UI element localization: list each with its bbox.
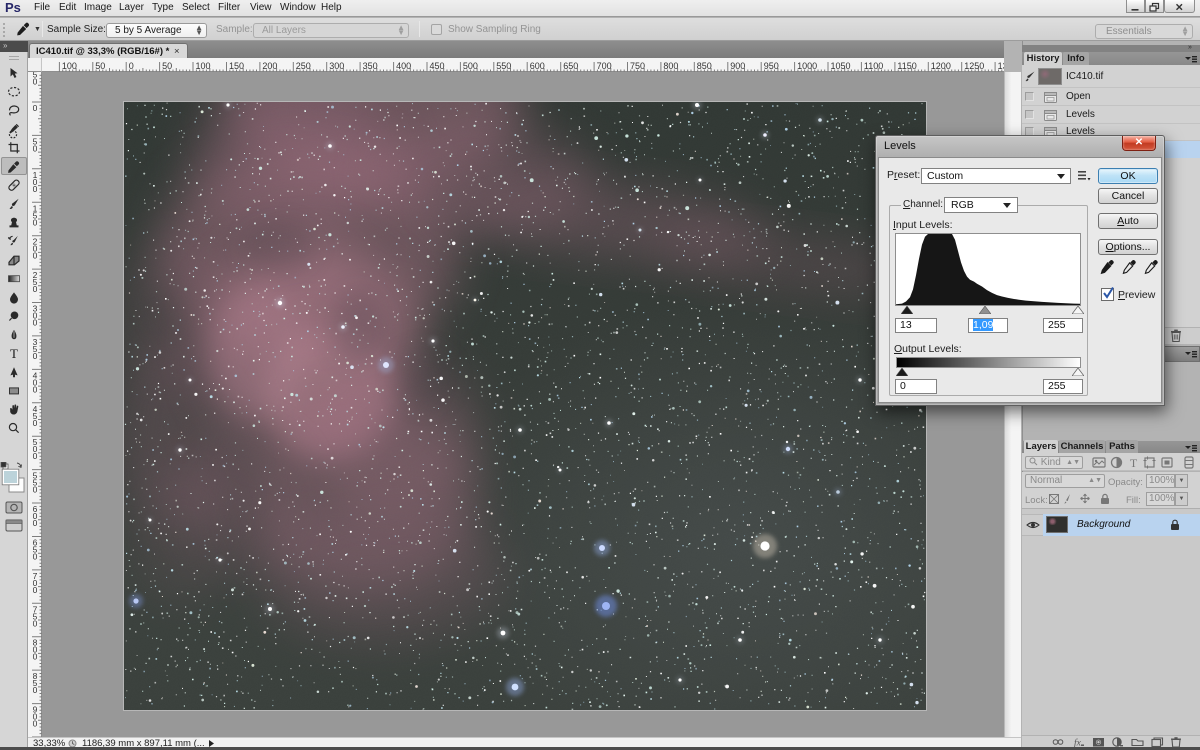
svg-text:350: 350 — [363, 61, 378, 71]
svg-text:1200: 1200 — [931, 61, 951, 71]
svg-text:800: 800 — [663, 61, 678, 71]
svg-text:600: 600 — [530, 61, 545, 71]
svg-text:900: 900 — [730, 61, 745, 71]
svg-text:200: 200 — [262, 61, 277, 71]
svg-text:0: 0 — [33, 184, 38, 194]
svg-text:50: 50 — [95, 61, 105, 71]
svg-text:0: 0 — [33, 585, 38, 595]
svg-text:0: 0 — [33, 652, 38, 662]
svg-text:fx: fx — [1074, 738, 1082, 748]
svg-text:50: 50 — [162, 61, 172, 71]
svg-text:0: 0 — [33, 685, 38, 695]
svg-text:850: 850 — [697, 61, 712, 71]
svg-text:100: 100 — [196, 61, 211, 71]
svg-text:0: 0 — [129, 61, 134, 71]
svg-text:150: 150 — [229, 61, 244, 71]
svg-text:0: 0 — [33, 77, 38, 87]
svg-text:450: 450 — [430, 61, 445, 71]
svg-text:0: 0 — [33, 284, 38, 294]
svg-text:950: 950 — [764, 61, 779, 71]
svg-text:0: 0 — [33, 418, 38, 428]
svg-text:0: 0 — [33, 719, 38, 729]
svg-text:1150: 1150 — [897, 61, 916, 71]
svg-text:1250: 1250 — [964, 61, 984, 71]
svg-text:1100: 1100 — [864, 61, 883, 71]
svg-text:400: 400 — [396, 61, 411, 71]
svg-text:300: 300 — [329, 61, 344, 71]
svg-text:0: 0 — [33, 451, 38, 461]
svg-text:T: T — [10, 346, 18, 361]
svg-text:700: 700 — [597, 61, 612, 71]
svg-text:0: 0 — [33, 552, 38, 562]
svg-text:0: 0 — [33, 318, 38, 328]
svg-text:0: 0 — [33, 251, 38, 261]
svg-text:1000: 1000 — [797, 61, 817, 71]
svg-text:650: 650 — [563, 61, 578, 71]
svg-text:0: 0 — [33, 217, 38, 227]
svg-text:1050: 1050 — [831, 61, 851, 71]
svg-text:1300: 1300 — [998, 61, 1004, 71]
svg-text:0: 0 — [33, 518, 38, 528]
svg-text:0: 0 — [33, 103, 38, 113]
svg-text:0: 0 — [33, 485, 38, 495]
svg-text:100: 100 — [62, 61, 77, 71]
svg-text:0: 0 — [33, 143, 38, 153]
svg-text:0: 0 — [33, 351, 38, 361]
svg-text:T: T — [1130, 456, 1138, 469]
svg-text:0: 0 — [33, 618, 38, 628]
svg-text:750: 750 — [630, 61, 645, 71]
svg-text:500: 500 — [463, 61, 478, 71]
svg-text:550: 550 — [496, 61, 511, 71]
svg-text:250: 250 — [296, 61, 311, 71]
svg-text:0: 0 — [33, 384, 38, 394]
